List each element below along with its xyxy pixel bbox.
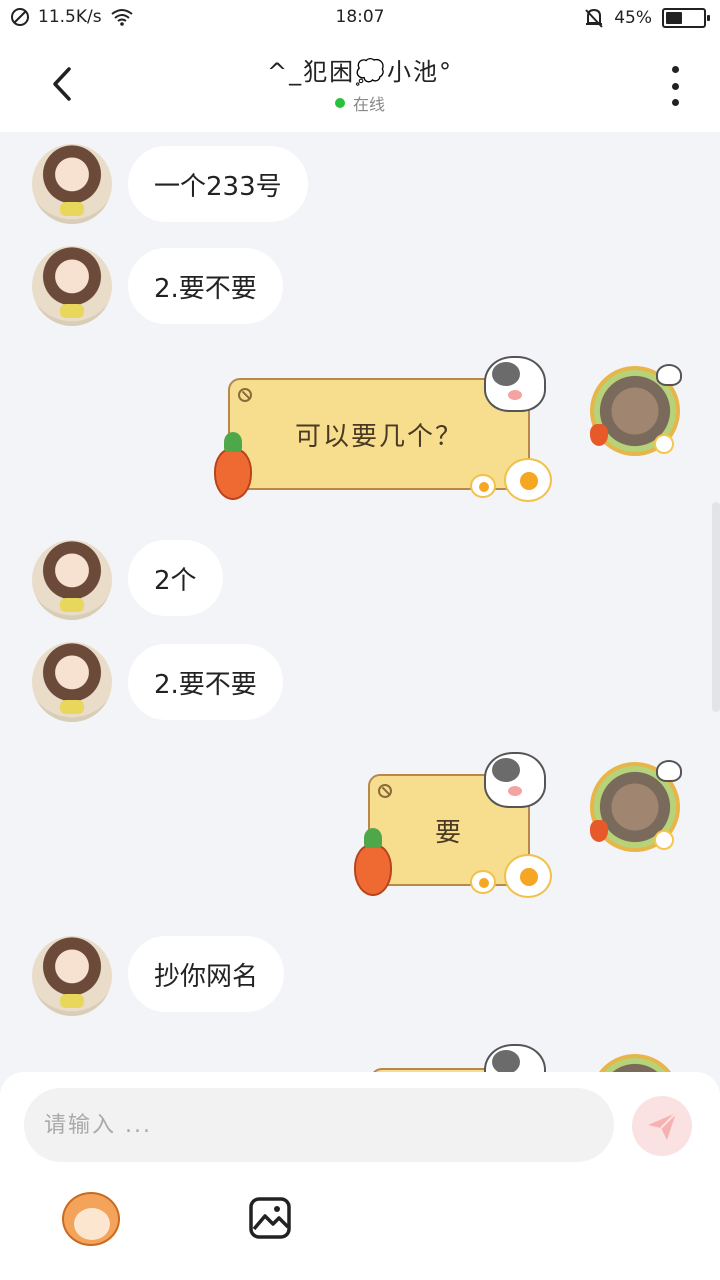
status-bar: 11.5K/s 18:07 45% [0, 0, 720, 36]
image-button[interactable] [248, 1196, 292, 1240]
more-options-button[interactable] [660, 66, 690, 106]
message-input-box[interactable] [24, 1088, 614, 1162]
more-dot [671, 99, 679, 106]
message-row-incoming: 2个 [0, 540, 720, 620]
message-list[interactable]: 一个233号 2.要不要 可以要几个？ 2个 2.要不要 要 抄你网名 [0, 132, 720, 1072]
message-row-outgoing: 要 [0, 750, 720, 900]
flower-sticker-icon [504, 458, 552, 502]
message-bubble[interactable]: 抄你网名 [128, 936, 285, 1012]
message-bubble[interactable]: 一个233号 [128, 146, 308, 222]
cat-sticker-icon [484, 356, 546, 412]
message-card-text: 要 [434, 817, 463, 848]
send-icon [648, 1112, 677, 1140]
online-status: 在线 [160, 91, 560, 115]
scrollbar[interactable] [712, 502, 720, 712]
back-button[interactable] [40, 62, 84, 106]
carrot-sticker-icon [590, 424, 608, 446]
message-row-incoming: 一个233号 [0, 144, 720, 224]
pin-icon [238, 388, 252, 402]
mute-bell-icon [585, 8, 603, 28]
battery-icon [662, 8, 710, 28]
message-row-outgoing-partial [0, 1042, 720, 1072]
cat-sticker-icon [656, 760, 682, 782]
my-avatar[interactable] [590, 760, 682, 852]
cat-sticker-icon [656, 364, 682, 386]
carrot-sticker-icon [590, 820, 608, 842]
my-avatar[interactable] [590, 364, 682, 456]
flower-sticker-icon [654, 830, 674, 850]
message-row-outgoing: 可以要几个？ [0, 354, 720, 504]
carrot-sticker-icon [214, 432, 252, 500]
online-dot [334, 98, 345, 108]
cat-sticker-icon [484, 752, 546, 808]
back-arrow-icon [53, 67, 71, 101]
contact-avatar[interactable] [32, 144, 112, 224]
emoji-sticker-icon [74, 1208, 110, 1240]
emoji-sticker-button[interactable] [62, 1192, 120, 1246]
contact-name: ^_犯困💭小池° [267, 58, 453, 86]
title-area: ^_犯困💭小池° 在线 [160, 52, 560, 115]
flower-sticker-icon [470, 474, 496, 498]
online-status-label: 在线 [352, 95, 385, 114]
message-row-incoming: 2.要不要 [0, 246, 720, 326]
send-button[interactable] [632, 1096, 692, 1156]
battery-percent: 45% [614, 8, 652, 28]
contact-avatar[interactable] [32, 642, 112, 722]
message-bubble[interactable]: 2.要不要 [128, 644, 283, 720]
contact-avatar[interactable] [32, 246, 112, 326]
flower-sticker-icon [654, 434, 674, 454]
more-vertical-icon [671, 66, 679, 73]
flower-sticker-icon [504, 854, 552, 898]
pin-icon [378, 784, 392, 798]
contact-avatar[interactable] [32, 540, 112, 620]
contact-avatar[interactable] [32, 936, 112, 1016]
my-avatar[interactable] [590, 1054, 680, 1072]
carrot-sticker-icon [354, 828, 392, 896]
message-row-incoming: 2.要不要 [0, 642, 720, 722]
more-dot [671, 82, 679, 90]
message-bubble[interactable]: 2个 [128, 540, 223, 616]
message-bubble[interactable]: 2.要不要 [128, 248, 283, 324]
battery-level [666, 12, 683, 24]
message-card-text: 可以要几个？ [294, 421, 463, 452]
message-input[interactable] [24, 1088, 614, 1162]
chat-header: ^_犯困💭小池° 在线 [0, 36, 720, 132]
composer [0, 1072, 720, 1280]
image-icon [249, 1197, 291, 1239]
message-row-incoming: 抄你网名 [0, 936, 720, 1016]
cat-sticker-icon [484, 1044, 546, 1072]
flower-sticker-icon [470, 870, 496, 894]
status-right: 45% [584, 7, 710, 29]
